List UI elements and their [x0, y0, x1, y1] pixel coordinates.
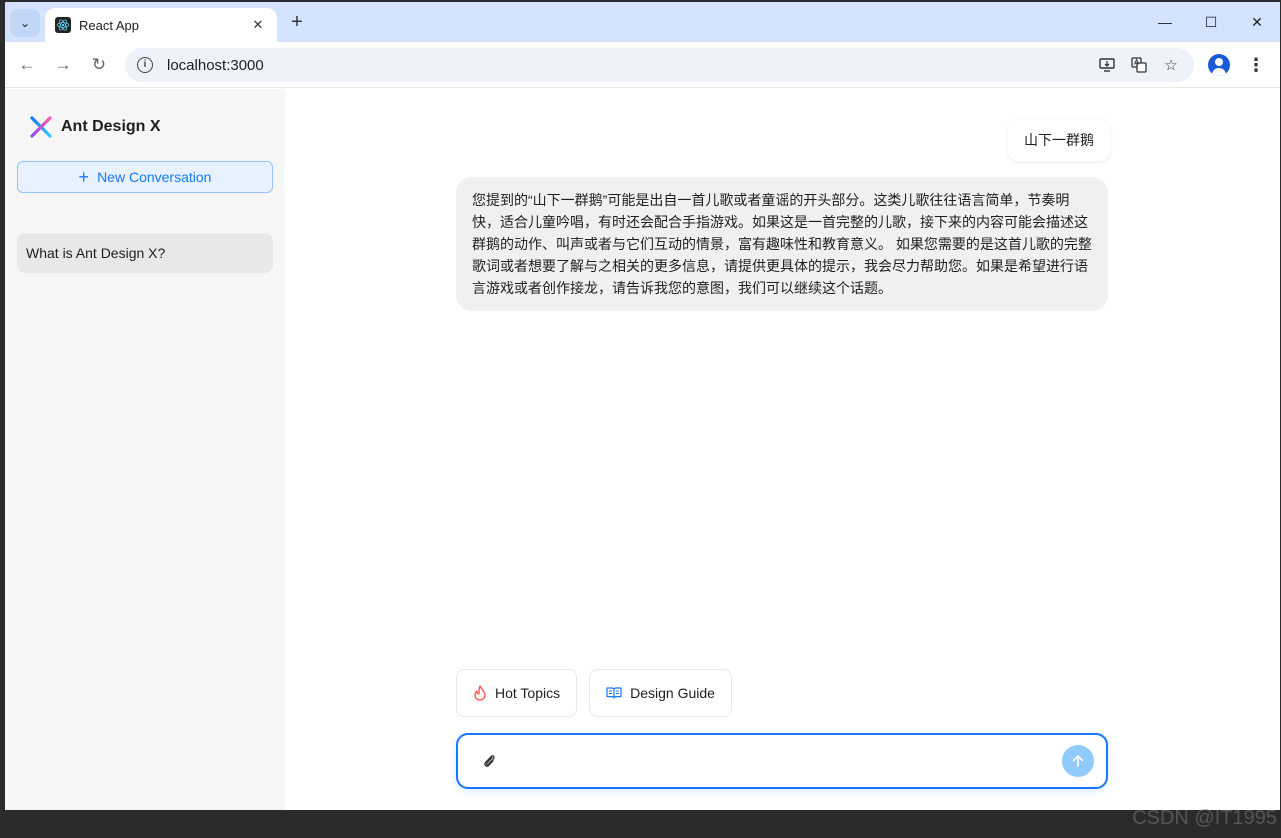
browser-toolbar: ← → ↻ i localhost:3000 ☆ ⋮	[5, 42, 1280, 88]
message-composer	[456, 733, 1108, 789]
ai-message-bubble: 您提到的“山下一群鹅”可能是出自一首儿歌或者童谣的开头部分。这类儿歌往往语言简单…	[456, 177, 1108, 311]
tab-strip: ⌄ React App ✕ + — ☐ ✕	[5, 2, 1280, 42]
react-favicon-icon	[55, 17, 71, 33]
site-info-icon[interactable]: i	[137, 57, 153, 73]
send-button[interactable]	[1062, 745, 1094, 777]
paperclip-icon[interactable]	[478, 750, 500, 772]
conversation-label: What is Ant Design X?	[26, 245, 166, 261]
back-button[interactable]: ←	[15, 53, 39, 77]
browser-menu-button[interactable]: ⋮	[1246, 53, 1266, 77]
chat-app: Ant Design X + New Conversation What is …	[5, 89, 1280, 810]
new-conversation-label: New Conversation	[97, 169, 212, 185]
new-tab-button[interactable]: +	[285, 10, 309, 34]
translate-icon[interactable]	[1128, 54, 1150, 76]
prompt-label: Hot Topics	[495, 685, 561, 701]
book-icon	[606, 686, 622, 700]
profile-avatar-icon[interactable]	[1208, 54, 1230, 76]
ai-message-text: 您提到的“山下一群鹅”可能是出自一首儿歌或者童谣的开头部分。这类儿歌往往语言简单…	[472, 192, 1092, 296]
message-input[interactable]	[510, 746, 1062, 776]
tab-react-app[interactable]: React App ✕	[45, 8, 277, 42]
fire-icon	[473, 685, 487, 701]
new-conversation-button[interactable]: + New Conversation	[17, 161, 273, 193]
minimize-button[interactable]: —	[1142, 2, 1188, 42]
url-text[interactable]: localhost:3000	[167, 57, 1086, 74]
prompt-hot-topics[interactable]: Hot Topics	[456, 669, 578, 717]
reload-button[interactable]: ↻	[87, 53, 111, 77]
browser-window: ⌄ React App ✕ + — ☐ ✕ ← → ↻ i localhost:…	[5, 2, 1280, 810]
tab-close-icon[interactable]: ✕	[249, 17, 267, 33]
prompt-design-guide[interactable]: Design Guide	[589, 669, 732, 717]
prompt-label: Design Guide	[630, 685, 715, 701]
tab-title: React App	[79, 17, 139, 33]
window-controls: — ☐ ✕	[1142, 2, 1280, 42]
plus-icon: +	[78, 167, 90, 187]
user-message-bubble: 山下一群鹅	[1008, 119, 1110, 161]
prompt-suggestions: Hot Topics Design Guide	[456, 669, 744, 717]
window-close-button[interactable]: ✕	[1234, 2, 1280, 42]
address-bar[interactable]: i localhost:3000 ☆	[125, 48, 1194, 82]
logo: Ant Design X	[29, 115, 161, 139]
user-message-text: 山下一群鹅	[1024, 132, 1094, 148]
chat-main: 山下一群鹅 您提到的“山下一群鹅”可能是出自一首儿歌或者童谣的开头部分。这类儿歌…	[285, 89, 1280, 810]
install-app-icon[interactable]	[1096, 54, 1118, 76]
watermark: CSDN @IT1995	[1132, 807, 1277, 829]
ant-design-x-logo-icon	[30, 116, 52, 138]
maximize-button[interactable]: ☐	[1188, 2, 1234, 42]
tab-search-button[interactable]: ⌄	[10, 9, 40, 37]
bookmark-star-icon[interactable]: ☆	[1160, 54, 1182, 76]
forward-button[interactable]: →	[51, 53, 75, 77]
sidebar: Ant Design X + New Conversation What is …	[5, 89, 285, 810]
conversation-item[interactable]: What is Ant Design X?	[17, 233, 273, 273]
logo-text: Ant Design X	[61, 118, 161, 135]
